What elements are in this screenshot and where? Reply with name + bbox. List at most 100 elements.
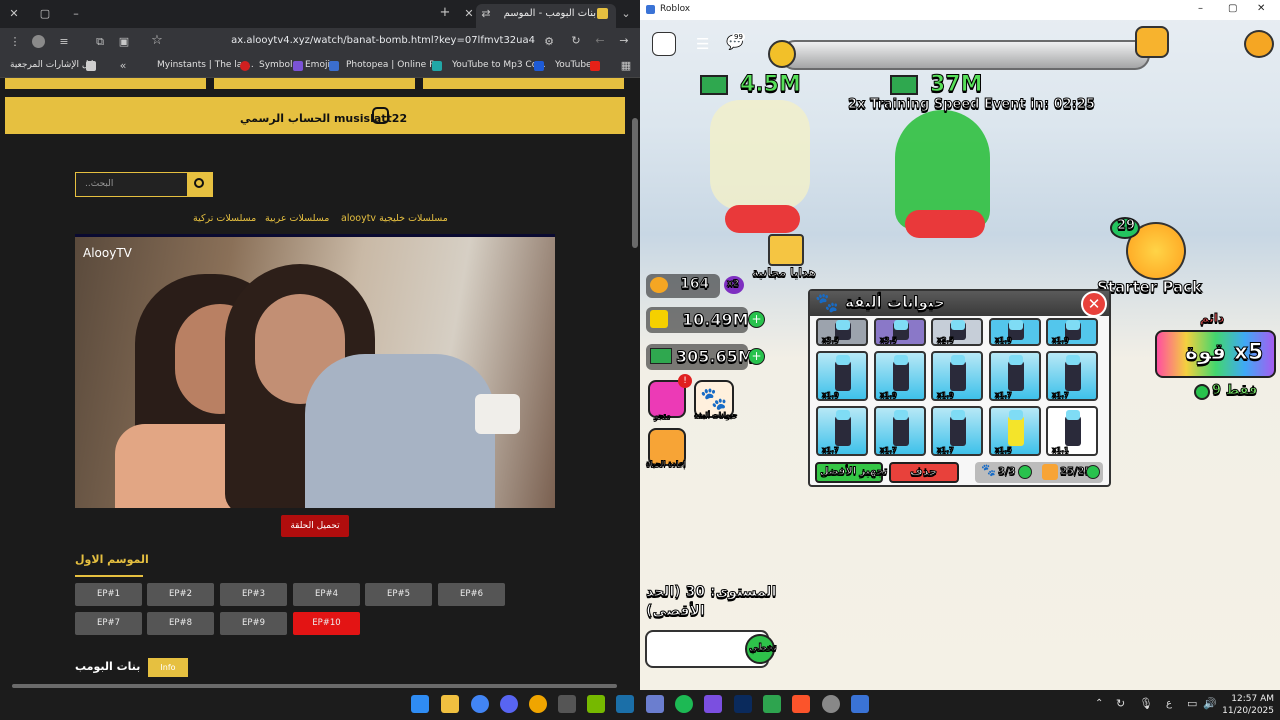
bookmark-symbols[interactable]: Symbols	[259, 60, 297, 70]
network-icon[interactable]: ▭	[1187, 697, 1197, 710]
close-pets-button[interactable]: ✕	[1081, 291, 1107, 317]
brave-icon[interactable]	[792, 695, 810, 713]
top-nav-button-2[interactable]	[214, 78, 415, 89]
episode-button-4[interactable]: EP#4	[293, 583, 360, 606]
add-slot-icon[interactable]	[1018, 465, 1032, 479]
pet-slot[interactable]: x1.5	[989, 406, 1041, 456]
app-icon-5[interactable]	[529, 695, 547, 713]
app-icon-13[interactable]	[763, 695, 781, 713]
discord-icon[interactable]	[500, 695, 518, 713]
photoshop-icon[interactable]	[734, 695, 752, 713]
add-cash-icon[interactable]: +	[748, 348, 765, 365]
hamburger-icon[interactable]: ☰	[696, 35, 709, 53]
episode-button-6[interactable]: EP#6	[438, 583, 505, 606]
category-arabic[interactable]: مسلسلات عربية	[265, 213, 329, 224]
bookmark-ytmp3[interactable]: YouTube to Mp3 Co...	[452, 60, 546, 70]
close-window-icon[interactable]: ✕	[6, 7, 22, 21]
file-explorer-icon[interactable]	[441, 695, 459, 713]
media-controls-icon[interactable]: ≡	[56, 35, 72, 49]
tray-chevron-icon[interactable]: ⌃	[1095, 698, 1103, 709]
obs-icon[interactable]	[822, 695, 840, 713]
search-button[interactable]	[187, 172, 213, 197]
minimize-window-icon[interactable]: –	[68, 7, 84, 21]
add-energy-icon[interactable]: +	[748, 311, 765, 328]
extensions-icon[interactable]: ⧉	[92, 35, 108, 49]
site-settings-icon[interactable]: ⚙	[541, 35, 557, 49]
power-offer-label[interactable]: قوة x5	[1184, 340, 1263, 366]
bookmark-photopea[interactable]: Photopea | Online P...	[346, 60, 442, 70]
xbox-icon[interactable]	[558, 695, 576, 713]
gift-icon[interactable]	[768, 234, 804, 266]
backpack-icon[interactable]	[1244, 30, 1274, 58]
pet-slot[interactable]: x1.9	[1046, 318, 1098, 346]
pet-slot[interactable]: x1.9	[989, 318, 1041, 346]
episode-button-2[interactable]: EP#2	[147, 583, 214, 606]
category-gulf[interactable]: alooytv مسلسلات خليجية	[341, 213, 448, 224]
info-badge[interactable]: Info	[148, 658, 188, 677]
screenshot-icon[interactable]: ▣	[116, 35, 132, 49]
top-nav-button-1[interactable]	[5, 78, 206, 89]
episode-button-1[interactable]: EP#1	[75, 583, 142, 606]
episode-button-7[interactable]: EP#7	[75, 612, 142, 635]
download-episode-button[interactable]: تحميل الحلقة	[281, 515, 349, 537]
episode-button-3[interactable]: EP#3	[220, 583, 287, 606]
free-gifts-label[interactable]: هدايا مجانية	[751, 266, 816, 280]
add-storage-icon[interactable]	[1086, 465, 1100, 479]
app-icon-11[interactable]	[704, 695, 722, 713]
start-menu-icon[interactable]	[411, 695, 429, 713]
top-nav-button-3[interactable]	[423, 78, 624, 89]
episode-button-8[interactable]: EP#8	[147, 612, 214, 635]
video-player[interactable]: AlooyTV	[75, 234, 555, 508]
trophy-icon[interactable]	[1135, 26, 1169, 58]
tab-audio-icon[interactable]: ⇄	[478, 7, 494, 21]
bookmarks-chevron-icon[interactable]: «	[115, 59, 131, 73]
app-icon-9[interactable]	[646, 695, 664, 713]
roblox-minimize-icon[interactable]: –	[1198, 3, 1203, 14]
pet-slot[interactable]: x1.7	[989, 351, 1041, 401]
episode-button-5[interactable]: EP#5	[365, 583, 432, 606]
nvidia-icon[interactable]	[587, 695, 605, 713]
equip-best-label[interactable]: تجهيز الأفضل	[820, 466, 889, 478]
profile-avatar[interactable]	[32, 35, 45, 48]
address-bar[interactable]: ax.alooytv4.xyz/watch/banat-bomb.html?ke…	[180, 35, 535, 46]
episode-button-9[interactable]: EP#9	[220, 612, 287, 635]
reload-icon[interactable]: ↻	[568, 34, 584, 48]
delete-label[interactable]: حذف	[909, 465, 937, 479]
language-indicator[interactable]: ع	[1166, 698, 1172, 709]
restore-window-icon[interactable]: ▢	[37, 7, 53, 21]
bookmark-star-icon[interactable]: ☆	[149, 34, 165, 48]
tab-close-icon[interactable]: ✕	[461, 7, 477, 21]
menu-dots-icon[interactable]: ⋮	[7, 35, 23, 49]
skip-label[interactable]: تخطي	[749, 643, 778, 654]
tray-app-icon[interactable]: ↻	[1116, 697, 1125, 710]
pet-slot[interactable]: x3.5	[816, 318, 868, 346]
shop-label[interactable]: متجر	[654, 412, 672, 421]
clock-date[interactable]: 11/20/2025	[1222, 706, 1274, 716]
episode-button-10[interactable]: EP#10	[293, 612, 360, 635]
roblox-maximize-icon[interactable]: ▢	[1228, 3, 1237, 14]
horizontal-scrollbar[interactable]	[0, 682, 640, 690]
spotify-icon[interactable]	[675, 695, 693, 713]
apps-grid-icon[interactable]: ▦	[618, 59, 634, 73]
new-tab-icon[interactable]: +	[437, 6, 453, 20]
category-turkish[interactable]: مسلسلات تركية	[193, 213, 256, 224]
pet-slot[interactable]: x2.5	[931, 318, 983, 346]
pet-slot[interactable]: x1.1	[1046, 406, 1098, 456]
pet-slot[interactable]: x1.9	[931, 351, 983, 401]
back-icon[interactable]: →	[616, 34, 632, 48]
roblox-menu-button[interactable]	[652, 32, 676, 56]
chrome-icon[interactable]	[471, 695, 489, 713]
all-bookmarks-label[interactable]: كل الإشارات المرجعية	[10, 60, 93, 70]
pet-slot[interactable]: x1.7	[874, 406, 926, 456]
roblox-close-icon[interactable]: ✕	[1257, 3, 1265, 14]
rebirth-label[interactable]: إعادة الحياة	[646, 460, 687, 469]
bookmark-youtube[interactable]: YouTube	[555, 60, 592, 70]
vertical-scrollbar[interactable]	[630, 78, 640, 682]
pet-slot[interactable]: x1.7	[816, 406, 868, 456]
pet-slot[interactable]: x3.5	[874, 318, 926, 346]
starter-pack-label[interactable]: Starter Pack	[1096, 278, 1202, 297]
volume-icon[interactable]: 🔊	[1203, 697, 1217, 710]
tab-search-icon[interactable]: ⌄	[618, 7, 634, 21]
clock-time[interactable]: 12:57 AM	[1228, 694, 1274, 704]
pets-side-label[interactable]: حيوانات أليفة	[693, 411, 737, 420]
